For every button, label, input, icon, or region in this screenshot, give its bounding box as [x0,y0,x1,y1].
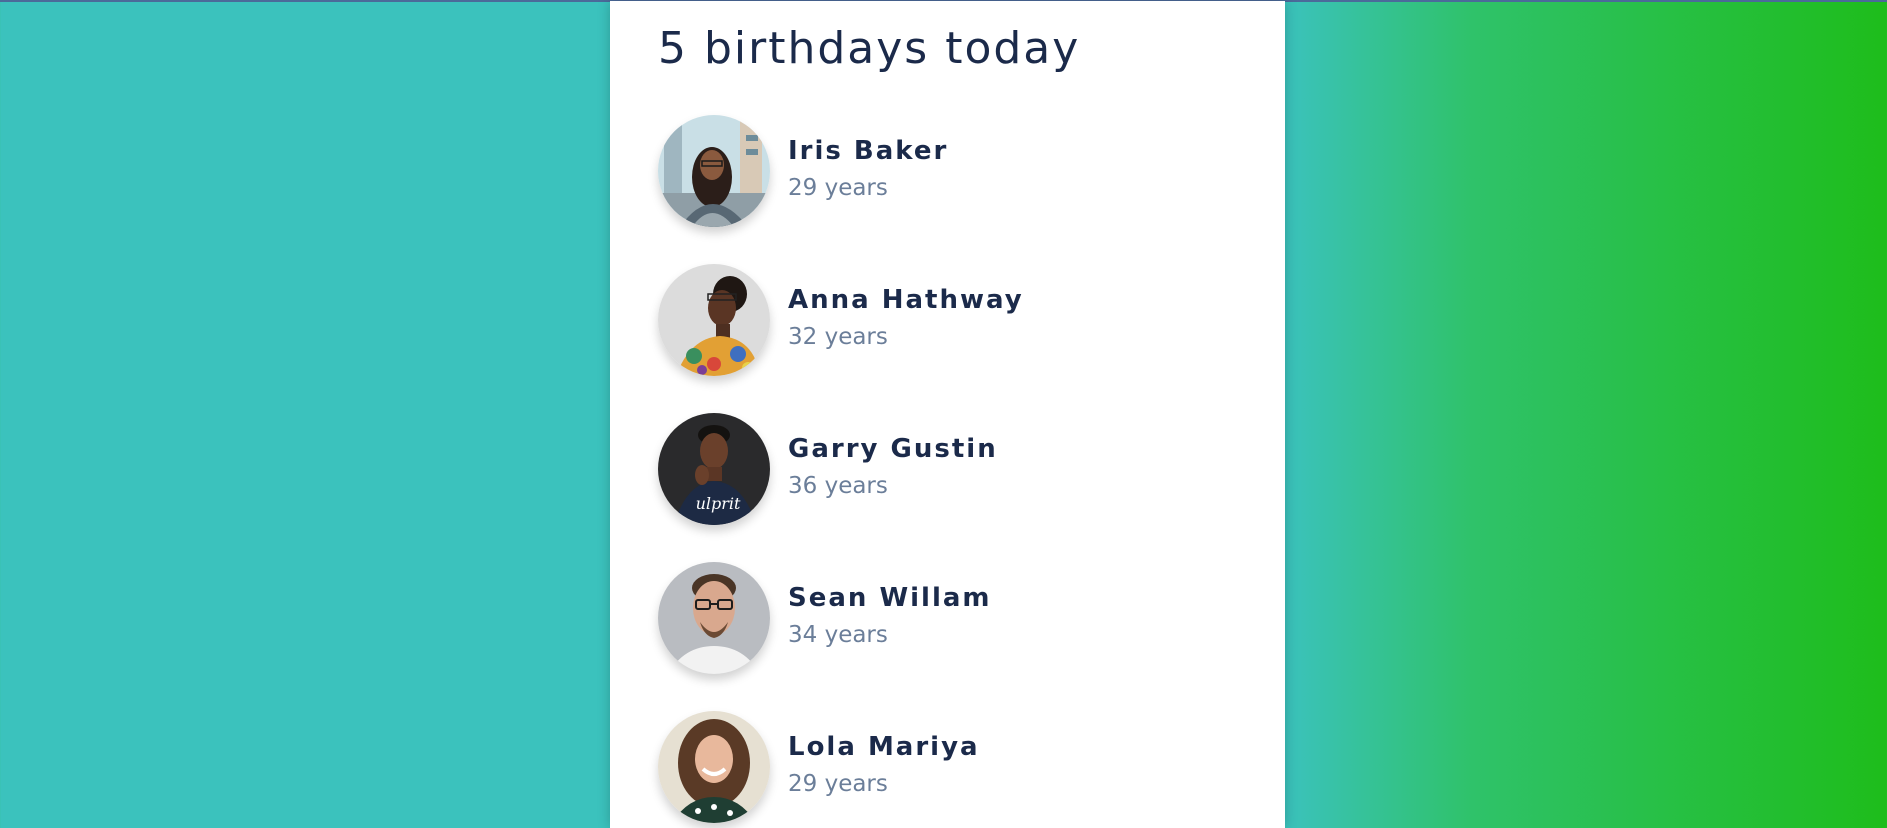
avatar [658,562,770,674]
list-item: Lola Mariya 29 years [658,711,1238,823]
person-name: Anna Hathway [788,285,1024,315]
svg-text:ulprit: ulprit [696,494,741,513]
person-info: Anna Hathway 32 years [788,284,1024,352]
avatar [658,264,770,376]
list-item: Iris Baker 29 years [658,115,1238,227]
avatar [658,711,770,823]
person-info: Garry Gustin 36 years [788,433,998,501]
person-age: 36 years [788,473,888,499]
person-age: 29 years [788,771,888,797]
person-age: 34 years [788,622,888,648]
list-item: ulprit Garry Gustin 36 years [658,413,1238,525]
person-info: Sean Willam 34 years [788,582,992,650]
person-name: Garry Gustin [788,434,998,464]
avatar [658,115,770,227]
birthday-list: Iris Baker 29 years Anna Hathway 32 year… [658,115,1238,828]
avatar: ulprit [658,413,770,525]
person-age: 29 years [788,175,888,201]
birthday-card: 5 birthdays today Iris Baker 29 years An… [610,1,1285,828]
list-item: Sean Willam 34 years [658,562,1238,674]
person-info: Lola Mariya 29 years [788,731,980,799]
person-name: Sean Willam [788,583,992,613]
person-age: 32 years [788,324,888,350]
person-name: Iris Baker [788,136,949,166]
list-item: Anna Hathway 32 years [658,264,1238,376]
page-title: 5 birthdays today [658,23,1081,74]
person-info: Iris Baker 29 years [788,135,948,203]
person-name: Lola Mariya [788,732,980,762]
